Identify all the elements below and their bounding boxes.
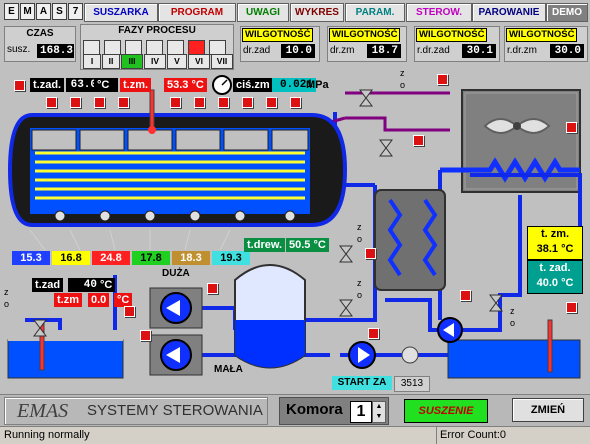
start-value: 3513 (394, 376, 430, 392)
fan-indicator (290, 97, 301, 108)
pressure-unit: MPa (306, 79, 329, 91)
footer-company: SYSTEMY STEROWANIA (87, 402, 263, 419)
valve-mark: o (400, 80, 406, 90)
footer-logo-panel: EMAS SYSTEMY STEROWANIA (4, 397, 268, 425)
water-tank-left (7, 319, 124, 379)
status-bar: Running normally Error Count:0 (0, 426, 590, 444)
t-zm-label: t.zm. (120, 78, 152, 92)
pump-small-icon (149, 334, 203, 376)
pump-indicator (207, 283, 218, 294)
valve-indicator (368, 328, 379, 339)
valve-indicator (460, 290, 471, 301)
wood-temp-1: 15.3 (12, 251, 50, 265)
fan-indicator (170, 97, 181, 108)
valve-indicator (437, 74, 448, 85)
valve-mark: z (357, 222, 362, 232)
condenser-t-zad-box: t. zad. 40.0 °C (527, 260, 583, 294)
valve-indicator (413, 135, 424, 146)
wood-temp-3: 24.8 (92, 251, 130, 265)
wood-temp-4: 17.8 (132, 251, 170, 265)
mode-status: SUSZENIE (404, 399, 488, 423)
pressure-label: ciś.zm (233, 78, 273, 92)
t-zad-unit: °C (94, 78, 118, 92)
t-zm-value: 53.3 °C (164, 78, 207, 92)
pump-indicator (124, 306, 135, 317)
valve-mark: o (357, 290, 363, 300)
komora-spinner[interactable]: ▲ ▼ (372, 401, 386, 423)
fan-indicator (94, 97, 105, 108)
tank-t-zm-label: t.zm (54, 293, 82, 307)
separator-tank (234, 264, 306, 369)
status-right: Error Count:0 (440, 429, 507, 441)
fan-indicator (46, 97, 57, 108)
fan-indicator (118, 97, 129, 108)
valve-indicator (365, 248, 376, 259)
valve-mark: o (357, 234, 363, 244)
wood-temp-5: 18.3 (172, 251, 210, 265)
tank-t-zad-unit: °C (97, 278, 116, 292)
fan-indicator (70, 97, 81, 108)
valve-mark: z (400, 68, 405, 78)
komora-input[interactable]: 1 (350, 401, 372, 423)
fan-indicator (266, 97, 277, 108)
valve-mark: z (357, 278, 362, 288)
manometer-icon (212, 75, 232, 95)
start-label: START ZA (332, 376, 392, 390)
pump-indicator (140, 330, 151, 341)
valve-mark: o (510, 318, 516, 328)
valve-mark: o (4, 299, 10, 309)
condenser-t-zad-value: 40.0 (536, 277, 558, 289)
pump-right-icon (437, 317, 463, 343)
valve-indicator (566, 122, 577, 133)
fan-indicator (218, 97, 229, 108)
status-indicator (14, 80, 25, 91)
unit-c: °C (561, 277, 574, 289)
change-button[interactable]: ZMIEŃ (512, 398, 584, 422)
footer-logo: EMAS (17, 400, 69, 422)
pump-small-label: MAŁA (214, 364, 243, 375)
tank-t-zad-value: 40 (68, 278, 100, 292)
tank-t-zad-label: t.zad (32, 278, 64, 292)
fan-indicator (194, 97, 205, 108)
process-diagram (7, 75, 582, 379)
komora-panel: Komora 1 ▲ ▼ (279, 397, 389, 425)
condenser-t-zm-label: t. zm. (540, 228, 570, 240)
status-left: Running normally (4, 429, 90, 441)
condenser-t-zm-value: 38.1 (536, 243, 558, 255)
valve-mark: z (4, 287, 9, 297)
dryer-chamber (7, 89, 348, 251)
valve-indicator (566, 302, 577, 313)
pump-big-icon (149, 287, 203, 329)
wood-temp-6: 19.3 (212, 251, 250, 265)
condenser-t-zad-label: t. zad. (539, 262, 571, 274)
condenser-t-zm-box: t. zm. 38.1 °C (527, 226, 583, 260)
pump-big-label: DUŻA (162, 268, 190, 279)
status-divider (436, 427, 437, 444)
wood-temp-main-value: 50.5 °C (286, 238, 329, 252)
vertical-exchanger (374, 189, 446, 291)
fan-indicator (242, 97, 253, 108)
wood-temp-main-label: t.drew. (244, 238, 286, 252)
unit-c: °C (561, 243, 574, 255)
t-zad-label: t.zad. (30, 78, 65, 92)
wood-temp-2: 16.8 (52, 251, 90, 265)
valve-mark: z (510, 306, 515, 316)
tank-t-zm-value: 0.0 (88, 293, 110, 307)
komora-label: Komora (286, 401, 343, 418)
tank-t-zm-unit: °C (114, 293, 133, 307)
